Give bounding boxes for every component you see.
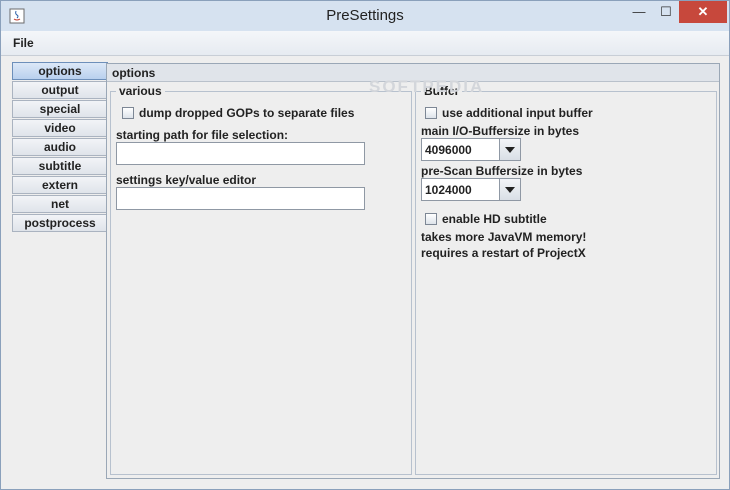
hd-subtitle-checkbox[interactable] <box>425 213 437 225</box>
memory-note: takes more JavaVM memory! <box>421 230 587 244</box>
main-io-value: 4096000 <box>425 143 472 157</box>
dump-gops-checkbox[interactable] <box>122 107 134 119</box>
input-buffer-checkbox[interactable] <box>425 107 437 119</box>
close-button[interactable]: ✕ <box>679 1 727 23</box>
hd-subtitle-label: enable HD subtitle <box>442 212 547 226</box>
restart-note: requires a restart of ProjectX <box>421 246 586 260</box>
tab-audio[interactable]: audio <box>12 138 108 156</box>
minimize-button[interactable]: — <box>625 1 653 23</box>
settings-editor-field[interactable] <box>116 187 365 210</box>
dump-gops-label: dump dropped GOPs to separate files <box>139 106 355 120</box>
tab-list: options output special video audio subti… <box>12 62 108 233</box>
input-buffer-label: use additional input buffer <box>442 106 593 120</box>
chevron-down-icon[interactable] <box>499 139 520 160</box>
menu-file[interactable]: File <box>13 36 34 50</box>
tab-options[interactable]: options <box>12 62 108 80</box>
various-legend: various <box>116 84 165 98</box>
tab-special[interactable]: special <box>12 100 108 118</box>
softpedia-watermark: SOFTPEDIA <box>369 77 485 96</box>
main-io-label: main I/O-Buffersize in bytes <box>421 124 580 138</box>
prescan-combobox[interactable]: 1024000 <box>421 178 521 201</box>
various-group: various dump dropped GOPs to separate fi… <box>110 84 412 475</box>
tab-output[interactable]: output <box>12 81 108 99</box>
title-bar: PreSettings — ☐ ✕ <box>1 1 729 31</box>
maximize-button[interactable]: ☐ <box>653 1 679 23</box>
main-io-combobox[interactable]: 4096000 <box>421 138 521 161</box>
settings-editor-label: settings key/value editor <box>116 173 257 187</box>
tab-net[interactable]: net <box>12 195 108 213</box>
buffer-group: Buffer use additional input buffer main … <box>415 84 717 475</box>
starting-path-label: starting path for file selection: <box>116 128 289 142</box>
tab-subtitle[interactable]: subtitle <box>12 157 108 175</box>
chevron-down-icon[interactable] <box>499 179 520 200</box>
tab-extern[interactable]: extern <box>12 176 108 194</box>
presettings-window: PreSettings — ☐ ✕ File options output sp… <box>0 0 730 490</box>
prescan-label: pre-Scan Buffersize in bytes <box>421 164 583 178</box>
starting-path-field[interactable] <box>116 142 365 165</box>
tab-video[interactable]: video <box>12 119 108 137</box>
menu-bar: File <box>1 31 729 56</box>
options-content-panel: options various dump dropped GOPs to sep… <box>106 63 720 479</box>
content-title: options <box>112 66 156 80</box>
prescan-value: 1024000 <box>425 183 472 197</box>
tab-postprocess[interactable]: postprocess <box>12 214 108 232</box>
window-title: PreSettings <box>326 7 404 24</box>
